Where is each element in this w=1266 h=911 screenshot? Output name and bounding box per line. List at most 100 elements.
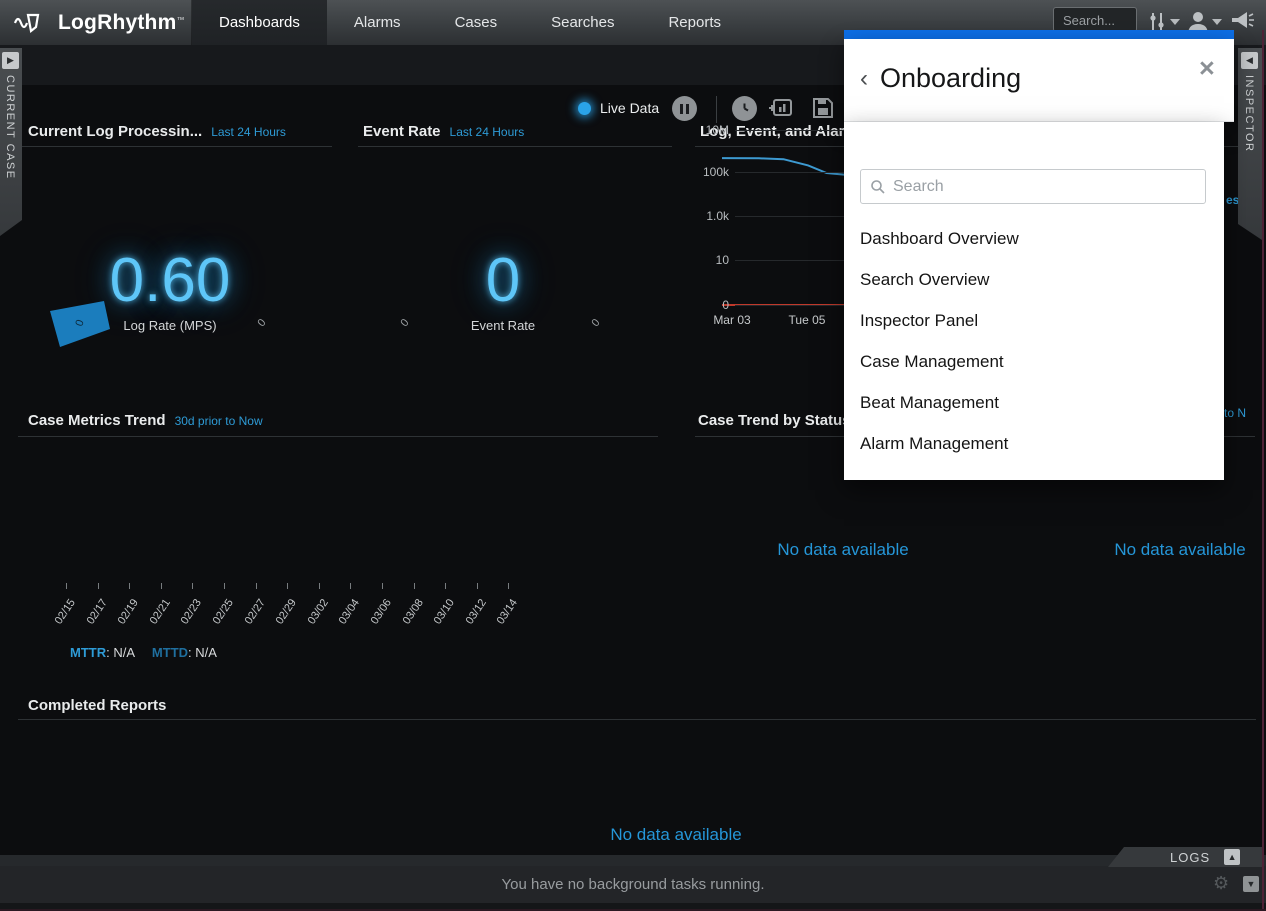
y-axis-label: 100k bbox=[669, 165, 729, 179]
nav-tab-searches[interactable]: Searches bbox=[524, 0, 641, 45]
add-widget-icon[interactable] bbox=[769, 97, 793, 119]
clock-icon bbox=[737, 101, 752, 116]
current-case-label: CURRENT CASE bbox=[4, 75, 16, 180]
onboarding-panel: ‹ Onboarding × Search Dashboard Overview… bbox=[844, 30, 1240, 482]
y-axis-label: 10 bbox=[669, 253, 729, 267]
right-widget-empty: No data available bbox=[1060, 540, 1266, 560]
nav-tab-alarms[interactable]: Alarms bbox=[327, 0, 428, 45]
axis-tick bbox=[508, 583, 509, 589]
menu-item-search-overview[interactable]: Search Overview bbox=[860, 270, 989, 290]
menu-item-beat-management[interactable]: Beat Management bbox=[860, 393, 999, 413]
divider bbox=[358, 146, 672, 147]
global-search-input[interactable]: Search... bbox=[1053, 7, 1137, 32]
case-trend-status-empty: No data available bbox=[698, 540, 988, 560]
axis-tick bbox=[224, 583, 225, 589]
logrhythm-logo[interactable]: LogRhythm™ bbox=[0, 0, 192, 45]
settings-gear-icon[interactable]: ⚙ bbox=[1213, 873, 1229, 894]
panel-header: ‹ Onboarding × bbox=[844, 39, 1234, 122]
axis-tick bbox=[319, 583, 320, 589]
axis-tick bbox=[98, 583, 99, 589]
mttr-label: MTTR bbox=[70, 645, 106, 660]
search-icon bbox=[870, 179, 886, 195]
filter-dropdown-chevron-icon[interactable] bbox=[1170, 19, 1180, 25]
case-trend-status-title: Case Trend by Status bbox=[698, 412, 851, 429]
panel-title: Onboarding bbox=[880, 63, 1021, 94]
logrhythm-wave-icon bbox=[14, 11, 50, 35]
axis-tick bbox=[256, 583, 257, 589]
panel-search-input[interactable]: Search bbox=[860, 169, 1206, 204]
axis-tick bbox=[414, 583, 415, 589]
completed-reports-title: Completed Reports bbox=[28, 697, 166, 714]
back-chevron-icon[interactable]: ‹ bbox=[860, 67, 868, 91]
log-processing-range: Last 24 Hours bbox=[211, 125, 286, 139]
inspector-tab[interactable]: ◀ INSPECTOR bbox=[1238, 48, 1262, 240]
live-data-indicator-icon[interactable] bbox=[578, 102, 591, 115]
nav-tab-reports[interactable]: Reports bbox=[641, 0, 748, 45]
time-range-button[interactable] bbox=[732, 96, 757, 121]
axis-tick bbox=[477, 583, 478, 589]
axis-tick bbox=[192, 583, 193, 589]
current-case-tab[interactable]: ▶ CURRENT CASE bbox=[0, 48, 22, 236]
expand-right-icon: ▶ bbox=[7, 55, 14, 66]
save-dashboard-icon[interactable] bbox=[812, 97, 834, 119]
logs-expand-button[interactable]: ▲ bbox=[1224, 849, 1240, 865]
event-rate-label: Event Rate bbox=[403, 318, 603, 333]
panel-search-placeholder: Search bbox=[893, 178, 944, 196]
arrow-up-icon: ▲ bbox=[1228, 852, 1237, 862]
mttd-value: : N/A bbox=[188, 645, 217, 660]
menu-item-alarm-management[interactable]: Alarm Management bbox=[860, 434, 1008, 454]
announcements-megaphone-icon[interactable] bbox=[1230, 10, 1254, 32]
case-trend-status-header: Case Trend by Status bbox=[698, 412, 851, 430]
inspector-label: INSPECTOR bbox=[1243, 75, 1255, 152]
logs-strip bbox=[0, 855, 1266, 866]
axis-tick bbox=[382, 583, 383, 589]
axis-tick bbox=[350, 583, 351, 589]
collapse-bar-button[interactable]: ▼ bbox=[1243, 876, 1259, 892]
log-processing-header: Current Log Processin... Last 24 Hours bbox=[28, 123, 286, 141]
case-metrics-axis: 02/1502/1702/1902/2102/2302/2502/2702/29… bbox=[18, 405, 658, 685]
x-axis-label: Tue 05 bbox=[777, 313, 837, 327]
log-rate-label: Log Rate (MPS) bbox=[70, 318, 270, 333]
menu-item-case-management[interactable]: Case Management bbox=[860, 352, 1004, 372]
pause-button[interactable] bbox=[672, 96, 697, 121]
arrow-down-icon: ▼ bbox=[1247, 879, 1256, 889]
inspector-expand-button[interactable]: ◀ bbox=[1241, 52, 1258, 69]
pause-icon bbox=[680, 104, 689, 114]
user-dropdown-chevron-icon[interactable] bbox=[1212, 19, 1222, 25]
divider bbox=[18, 146, 332, 147]
y-axis-label: 1.0k bbox=[669, 209, 729, 223]
case-metrics-kpis: MTTR: N/A MTTD: N/A bbox=[70, 645, 217, 660]
y-axis-label: 10M bbox=[669, 123, 729, 137]
close-icon[interactable]: × bbox=[1199, 55, 1215, 82]
panel-body: Search Dashboard Overview Search Overview… bbox=[844, 122, 1224, 480]
app-root: LogRhythm™ DashboardsAlarmsCasesSearches… bbox=[0, 0, 1266, 911]
nav-tab-dashboards[interactable]: Dashboards bbox=[192, 0, 327, 45]
nav-tab-cases[interactable]: Cases bbox=[428, 0, 525, 45]
mttd-label: MTTD bbox=[152, 645, 188, 660]
expand-left-icon: ◀ bbox=[1246, 55, 1253, 66]
brand-trademark: ™ bbox=[176, 15, 184, 24]
log-processing-title: Current Log Processin... bbox=[28, 123, 202, 140]
gridline bbox=[735, 216, 845, 217]
axis-tick bbox=[161, 583, 162, 589]
completed-reports-empty: No data available bbox=[76, 825, 1266, 845]
axis-tick bbox=[129, 583, 130, 589]
logs-tab[interactable]: LOGS ▲ bbox=[1108, 847, 1262, 867]
toolbar-divider bbox=[716, 96, 717, 123]
axis-tick bbox=[287, 583, 288, 589]
gridline bbox=[735, 260, 845, 261]
panel-accent-bar bbox=[844, 30, 1234, 39]
menu-item-inspector-panel[interactable]: Inspector Panel bbox=[860, 311, 978, 331]
x-axis-label: Mar 03 bbox=[702, 313, 762, 327]
gridline bbox=[735, 130, 845, 131]
live-data-label: Live Data bbox=[600, 100, 659, 116]
background-tasks-bar: You have no background tasks running. bbox=[0, 866, 1266, 903]
event-rate-value: 0 bbox=[403, 245, 603, 316]
menu-item-dashboard-overview[interactable]: Dashboard Overview bbox=[860, 229, 1019, 249]
logs-label: LOGS bbox=[1170, 850, 1210, 865]
mttr-value: : N/A bbox=[106, 645, 134, 660]
current-case-expand-button[interactable]: ▶ bbox=[2, 52, 19, 69]
gridline bbox=[735, 305, 845, 306]
axis-tick bbox=[445, 583, 446, 589]
window-edge-right bbox=[1262, 30, 1264, 911]
